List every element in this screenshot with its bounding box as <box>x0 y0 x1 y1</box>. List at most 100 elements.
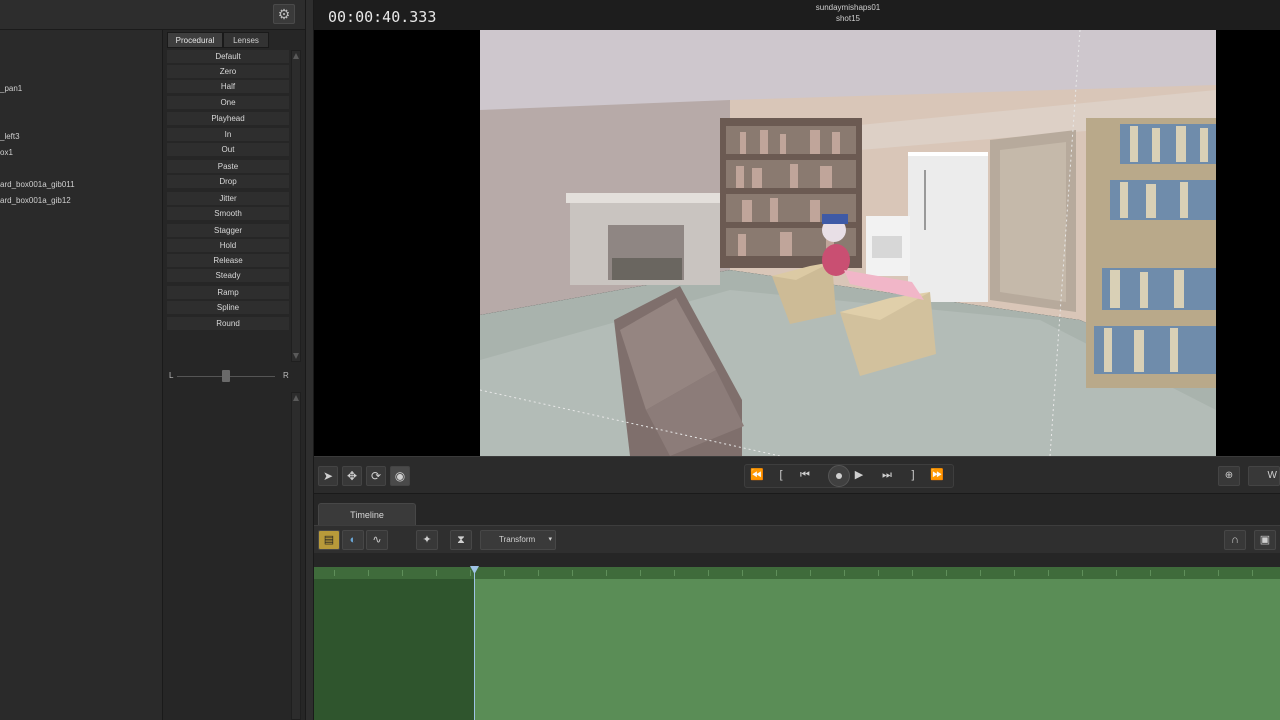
select-tool-button[interactable]: ➤ <box>318 466 338 486</box>
scroll-up-icon[interactable] <box>293 395 299 401</box>
clip-before-playhead[interactable] <box>314 579 474 720</box>
transport-bar: ➤ ✥ ⟳ ◉ ⏪ [ ⏮ ▶ ⏭ ] ⏩ ⊕ W <box>314 456 1280 494</box>
viewport-header: 00:00:40.333 sundaymishaps01 shot15 <box>314 0 1280 30</box>
view-options-button[interactable]: W <box>1248 466 1280 486</box>
ruler-tick <box>436 570 437 576</box>
ruler-tick <box>1014 570 1015 576</box>
preset-hold-button[interactable]: Hold <box>167 239 289 253</box>
preset-playhead-button[interactable]: Playhead <box>167 112 289 126</box>
settings-gear-button[interactable]: ⚙ <box>273 4 295 24</box>
add-key-icon: ✦ <box>422 534 432 546</box>
graph-icon: ∿ <box>372 534 382 546</box>
preset-default-button[interactable]: Default <box>167 50 289 64</box>
mark-out-icon: ] <box>911 469 915 481</box>
move-icon: ✥ <box>346 469 358 483</box>
ruler-tick <box>334 570 335 576</box>
add-keyframe-button[interactable]: ✦ <box>416 530 438 550</box>
lock-icon: ▣ <box>1259 534 1271 546</box>
preset-zero-button[interactable]: Zero <box>167 65 289 79</box>
magnet-button[interactable]: ∩ <box>1224 530 1246 550</box>
tree-item[interactable]: ard_box001a_gib12 <box>0 196 71 205</box>
preset-in-button[interactable]: In <box>167 128 289 142</box>
animation-set-editor: _pan1 _left3 ox1 ard_box001a_gib011 ard_… <box>0 30 163 720</box>
ruler-tick <box>470 570 471 576</box>
preset-out-button[interactable]: Out <box>167 143 289 157</box>
preset-jitter-button[interactable]: Jitter <box>167 192 289 206</box>
chevron-down-icon: ▾ <box>548 536 552 543</box>
step-back-button[interactable]: ⏮ <box>796 466 814 484</box>
mode-dropdown[interactable]: Transform ▾ <box>480 530 556 550</box>
ruler-tick <box>1184 570 1185 576</box>
preset-drop-button[interactable]: Drop <box>167 175 289 189</box>
viewport[interactable] <box>314 30 1280 456</box>
preset-paste-button[interactable]: Paste <box>167 160 289 174</box>
balance-slider[interactable]: L R <box>167 368 303 386</box>
balance-thumb[interactable] <box>222 370 230 382</box>
preset-scrollbar[interactable] <box>291 50 301 362</box>
preset-release-button[interactable]: Release <box>167 254 289 268</box>
snap-button[interactable]: ⧗ <box>450 530 472 550</box>
lower-scrollbar[interactable] <box>291 392 301 720</box>
playhead[interactable] <box>474 567 475 720</box>
tab-timeline[interactable]: Timeline <box>318 503 416 525</box>
preset-spline-button[interactable]: Spline <box>167 301 289 315</box>
preset-one-button[interactable]: One <box>167 96 289 110</box>
rewind-button[interactable]: ⏪ <box>748 466 766 484</box>
preset-round-button[interactable]: Round <box>167 317 289 331</box>
tree-item[interactable]: ard_box001a_gib011 <box>0 180 75 189</box>
session-name: sundaymishaps01 <box>815 3 881 12</box>
ruler-tick <box>1082 570 1083 576</box>
step-forward-button[interactable]: ⏭ <box>878 466 896 484</box>
pivot-icon: ◉ <box>394 469 406 483</box>
mode-dropdown-value: Transform <box>499 535 536 544</box>
ruler-tick <box>538 570 539 576</box>
ruler-tick <box>1252 570 1253 576</box>
ruler-tick <box>402 570 403 576</box>
timecode-display: 00:00:40.333 <box>328 8 437 26</box>
step-forward-icon: ⏭ <box>882 469 892 481</box>
sfm-window: ⚙ _pan1 _left3 ox1 ard_box001a_gib011 ar… <box>0 0 1280 720</box>
ruler-tick <box>368 570 369 576</box>
camera-target-button[interactable]: ⊕ <box>1218 466 1240 486</box>
scene-image <box>480 30 1216 456</box>
time-ruler[interactable] <box>314 567 1280 579</box>
scroll-down-icon[interactable] <box>293 353 299 359</box>
preset-stagger-button[interactable]: Stagger <box>167 224 289 238</box>
mark-in-button[interactable]: [ <box>772 466 790 484</box>
mark-out-button[interactable]: ] <box>904 466 922 484</box>
motion-editor-button[interactable]: ◐ <box>342 530 364 550</box>
ruler-tick <box>776 570 777 576</box>
magnet-icon: ∩ <box>1231 534 1239 546</box>
preset-half-button[interactable]: Half <box>167 80 289 94</box>
clip-editor-button[interactable]: ▤ <box>318 530 340 550</box>
tree-item[interactable]: _left3 <box>0 132 20 141</box>
move-tool-button[interactable]: ✥ <box>342 466 362 486</box>
preset-smooth-button[interactable]: Smooth <box>167 207 289 221</box>
scroll-up-icon[interactable] <box>293 53 299 59</box>
ruler-tick <box>640 570 641 576</box>
preset-ramp-button[interactable]: Ramp <box>167 286 289 300</box>
panel-splitter[interactable] <box>305 0 314 720</box>
ruler-tick <box>980 570 981 576</box>
rotate-tool-button[interactable]: ⟳ <box>366 466 386 486</box>
fast-forward-button[interactable]: ⏩ <box>928 466 946 484</box>
ruler-tick <box>674 570 675 576</box>
record-button[interactable] <box>828 465 850 487</box>
lock-button[interactable]: ▣ <box>1254 530 1276 550</box>
tree-item[interactable]: ox1 <box>0 148 13 157</box>
tree-item[interactable]: _pan1 <box>0 84 22 93</box>
target-icon: ⊕ <box>1224 470 1234 481</box>
motion-icon: ◐ <box>349 534 357 546</box>
play-button[interactable]: ▶ <box>850 466 868 484</box>
tab-lenses[interactable]: Lenses <box>223 32 269 48</box>
preset-steady-button[interactable]: Steady <box>167 269 289 283</box>
pivot-tool-button[interactable]: ◉ <box>390 466 410 486</box>
tab-procedural[interactable]: Procedural <box>167 32 223 48</box>
graph-editor-button[interactable]: ∿ <box>366 530 388 550</box>
ruler-tick <box>572 570 573 576</box>
ruler-tick <box>606 570 607 576</box>
balance-right-label: R <box>283 371 289 380</box>
scene-render[interactable] <box>480 30 1216 456</box>
pointer-icon: ➤ <box>322 469 334 483</box>
timeline-panel: Timeline ▤ ◐ ∿ ✦ ⧗ Transform ▾ ∩ ▣ <box>314 495 1280 720</box>
